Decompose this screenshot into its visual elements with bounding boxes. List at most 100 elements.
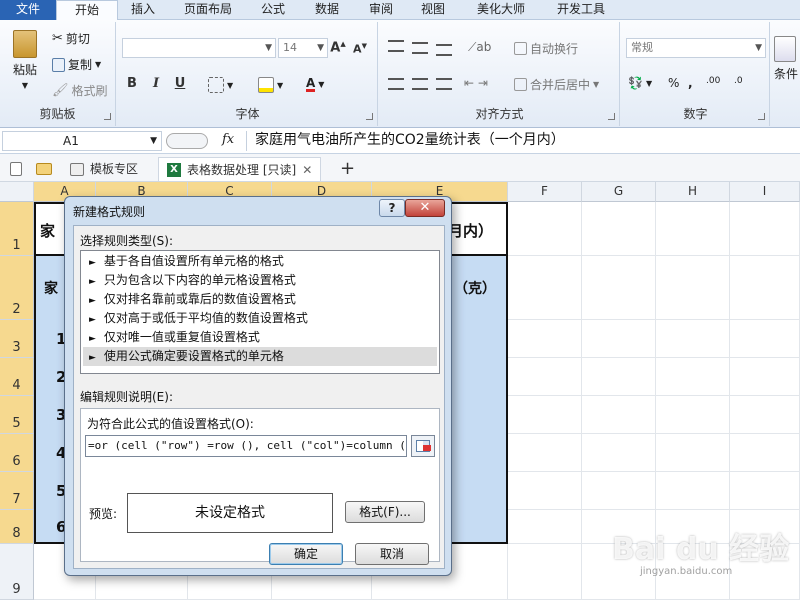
underline-button[interactable]: U <box>172 76 188 91</box>
grow-font-button[interactable]: A▲ <box>330 40 346 55</box>
column-header[interactable]: I <box>730 182 800 202</box>
grid-cell[interactable] <box>508 396 582 434</box>
row-header[interactable]: 6 <box>0 434 34 472</box>
tab-insert[interactable]: 插入 <box>120 0 166 20</box>
indent-buttons[interactable]: ⇤ ⇥ <box>464 76 488 90</box>
grid-cell[interactable] <box>730 434 800 472</box>
dialog-launcher-icon[interactable] <box>104 113 111 120</box>
fill-color-button[interactable]: ▼ <box>258 77 283 93</box>
tab-workbook[interactable]: X 表格数据处理 [只读] ✕ <box>158 157 322 181</box>
grid-cell[interactable] <box>730 472 800 510</box>
align-top-icon[interactable] <box>388 40 404 52</box>
tab-beautify[interactable]: 美化大师 <box>466 0 536 20</box>
row-header[interactable]: 9 <box>0 544 34 600</box>
paste-button[interactable]: 粘贴 ▼ <box>8 30 42 90</box>
grid-cell[interactable] <box>508 256 582 320</box>
dialog-launcher-icon[interactable] <box>366 113 373 120</box>
grid-cell[interactable] <box>656 472 730 510</box>
grid-cell[interactable] <box>508 434 582 472</box>
formula-bar-toggle[interactable] <box>166 133 208 149</box>
formula-input[interactable]: 家庭用气电油所产生的CO2量统计表（一个月内） <box>246 131 798 151</box>
grid-cell[interactable] <box>508 320 582 358</box>
align-bottom-icon[interactable] <box>436 44 452 56</box>
grid-cell[interactable] <box>656 202 730 256</box>
tab-page-layout[interactable]: 页面布局 <box>172 0 244 20</box>
italic-button[interactable]: I <box>148 76 164 91</box>
merge-center-button[interactable]: 合并后居中 ▼ <box>514 76 599 93</box>
grid-cell[interactable] <box>582 396 656 434</box>
wrap-text-button[interactable]: 自动换行 <box>514 40 578 57</box>
grid-cell[interactable] <box>582 434 656 472</box>
rule-type-item[interactable]: ► 只为包含以下内容的单元格设置格式 <box>83 271 437 290</box>
row-header[interactable]: 5 <box>0 396 34 434</box>
shrink-font-button[interactable]: A▼ <box>352 42 368 56</box>
row-header[interactable]: 3 <box>0 320 34 358</box>
add-tab-button[interactable]: + <box>332 157 363 181</box>
number-format-combo[interactable]: 常规 ▼ <box>626 38 766 58</box>
column-header[interactable]: G <box>582 182 656 202</box>
rule-type-item[interactable]: ► 仅对唯一值或重复值设置格式 <box>83 328 437 347</box>
grid-cell[interactable] <box>508 358 582 396</box>
format-button[interactable]: 格式(F)... <box>345 501 425 523</box>
decrease-decimal-button[interactable]: .0 <box>734 76 743 86</box>
row-header[interactable]: 7 <box>0 472 34 510</box>
dialog-launcher-icon[interactable] <box>608 113 615 120</box>
percent-button[interactable]: % <box>668 76 679 90</box>
ok-button[interactable]: 确定 <box>269 543 343 565</box>
select-all-corner[interactable] <box>0 182 34 202</box>
grid-cell[interactable] <box>730 396 800 434</box>
tab-home[interactable]: 开始 <box>56 0 118 21</box>
grid-cell[interactable] <box>508 472 582 510</box>
grid-cell[interactable] <box>730 358 800 396</box>
close-tab-icon[interactable]: ✕ <box>302 159 312 181</box>
column-header[interactable]: H <box>656 182 730 202</box>
grid-cell[interactable] <box>508 202 582 256</box>
row-header[interactable]: 1 <box>0 202 34 256</box>
tab-template-zone[interactable]: 模板专区 <box>62 157 146 181</box>
increase-decimal-button[interactable]: .00 <box>706 76 720 86</box>
new-document-button[interactable] <box>2 157 30 181</box>
borders-button[interactable]: ▼ <box>208 77 233 93</box>
format-painter-button[interactable]: 🖌 格式刷 <box>52 82 108 99</box>
align-right-icon[interactable] <box>436 78 452 90</box>
column-header[interactable]: F <box>508 182 582 202</box>
grid-cell[interactable] <box>508 510 582 544</box>
grid-cell[interactable] <box>582 256 656 320</box>
row-header[interactable]: 2 <box>0 256 34 320</box>
align-left-icon[interactable] <box>388 78 404 90</box>
rule-type-item[interactable]: ► 仅对排名靠前或靠后的数值设置格式 <box>83 290 437 309</box>
grid-cell[interactable] <box>656 434 730 472</box>
align-middle-icon[interactable] <box>412 42 428 54</box>
close-button[interactable]: ✕ <box>405 199 445 217</box>
help-button[interactable]: ? <box>379 199 405 217</box>
grid-cell[interactable] <box>730 320 800 358</box>
row-header[interactable]: 4 <box>0 358 34 396</box>
tab-view[interactable]: 视图 <box>410 0 456 20</box>
grid-cell[interactable] <box>508 544 582 600</box>
orientation-button[interactable]: ⟋ab <box>468 40 491 55</box>
grid-cell[interactable] <box>582 472 656 510</box>
accounting-format-button[interactable]: 💱 ▼ <box>628 76 652 90</box>
tab-file[interactable]: 文件 <box>0 0 56 20</box>
copy-button[interactable]: 复制 ▼ <box>52 56 101 73</box>
grid-cell[interactable] <box>656 320 730 358</box>
grid-cell[interactable] <box>730 256 800 320</box>
tab-developer[interactable]: 开发工具 <box>546 0 616 20</box>
tab-review[interactable]: 审阅 <box>358 0 404 20</box>
row-header[interactable]: 8 <box>0 510 34 544</box>
name-box[interactable]: A1 ▼ <box>2 131 162 151</box>
cancel-button[interactable]: 取消 <box>355 543 429 565</box>
grid-cell[interactable] <box>582 202 656 256</box>
comma-button[interactable]: , <box>688 76 693 90</box>
grid-cell[interactable] <box>582 320 656 358</box>
bold-button[interactable]: B <box>124 76 140 91</box>
open-folder-button[interactable] <box>28 157 60 181</box>
font-size-combo[interactable]: 14 ▼ <box>278 38 328 58</box>
rule-type-list[interactable]: ► 基于各自值设置所有单元格的格式 ► 只为包含以下内容的单元格设置格式 ► 仅对排名… <box>80 250 440 374</box>
grid-cell[interactable] <box>656 256 730 320</box>
range-picker-button[interactable] <box>411 435 435 457</box>
font-color-button[interactable]: A ▼ <box>306 77 324 92</box>
rule-type-item[interactable]: ► 基于各自值设置所有单元格的格式 <box>83 252 437 271</box>
tab-formulas[interactable]: 公式 <box>250 0 296 20</box>
insert-function-button[interactable]: fx <box>222 132 234 147</box>
